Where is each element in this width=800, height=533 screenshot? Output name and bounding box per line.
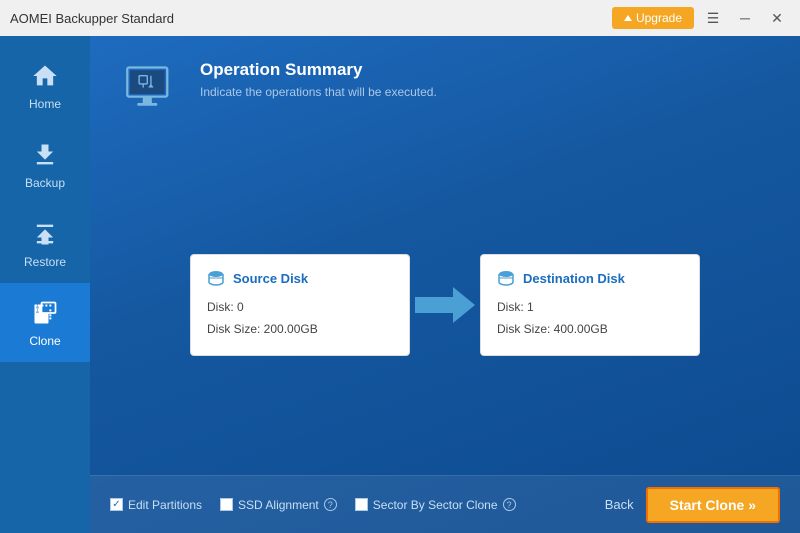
edit-partitions-option[interactable]: Edit Partitions bbox=[110, 498, 202, 512]
home-icon bbox=[29, 60, 61, 92]
source-disk-box: Source Disk Disk: 0 Disk Size: 200.00GB bbox=[190, 254, 410, 355]
content-header: Operation Summary Indicate the operation… bbox=[90, 36, 800, 135]
menu-button[interactable]: ☰ bbox=[700, 5, 726, 31]
sector-clone-option[interactable]: Sector By Sector Clone ? bbox=[355, 498, 516, 512]
sector-clone-help-icon[interactable]: ? bbox=[503, 498, 516, 511]
source-disk-info: Disk: 0 Disk Size: 200.00GB bbox=[207, 297, 393, 340]
bottom-options: Edit Partitions SSD Alignment ? Sector B… bbox=[110, 498, 516, 512]
clone-arrow bbox=[410, 283, 480, 327]
close-button[interactable]: ✕ bbox=[764, 5, 790, 31]
minimize-button[interactable]: ─ bbox=[732, 5, 758, 31]
sector-clone-checkbox[interactable] bbox=[355, 498, 368, 511]
sidebar-item-home[interactable]: Home bbox=[0, 46, 90, 125]
app-title: AOMEI Backupper Standard bbox=[10, 11, 174, 26]
titlebar-controls: Upgrade ☰ ─ ✕ bbox=[612, 5, 790, 31]
upgrade-arrow-icon bbox=[624, 15, 632, 21]
source-disk-number: Disk: 0 bbox=[207, 297, 393, 319]
destination-disk-box: Destination Disk Disk: 1 Disk Size: 400.… bbox=[480, 254, 700, 355]
restore-icon bbox=[29, 218, 61, 250]
operation-summary-icon bbox=[122, 63, 178, 113]
page-subtitle: Indicate the operations that will be exe… bbox=[200, 85, 437, 99]
source-disk-title: Source Disk bbox=[207, 269, 393, 287]
destination-disk-title: Destination Disk bbox=[497, 269, 683, 287]
main-layout: Home Backup Restore bbox=[0, 36, 800, 533]
sidebar-item-restore[interactable]: Restore bbox=[0, 204, 90, 283]
ssd-alignment-option[interactable]: SSD Alignment ? bbox=[220, 498, 337, 512]
sidebar-item-backup[interactable]: Backup bbox=[0, 125, 90, 204]
destination-disk-info: Disk: 1 Disk Size: 400.00GB bbox=[497, 297, 683, 340]
bottom-bar: Edit Partitions SSD Alignment ? Sector B… bbox=[90, 475, 800, 533]
source-disk-size: Disk Size: 200.00GB bbox=[207, 319, 393, 341]
titlebar: AOMEI Backupper Standard Upgrade ☰ ─ ✕ bbox=[0, 0, 800, 36]
start-clone-button[interactable]: Start Clone » bbox=[646, 487, 780, 523]
destination-disk-size: Disk Size: 400.00GB bbox=[497, 319, 683, 341]
page-title: Operation Summary bbox=[200, 60, 437, 80]
backup-icon bbox=[29, 139, 61, 171]
content-area: Operation Summary Indicate the operation… bbox=[90, 36, 800, 533]
destination-disk-icon bbox=[497, 269, 515, 287]
source-disk-icon bbox=[207, 269, 225, 287]
edit-partitions-checkbox[interactable] bbox=[110, 498, 123, 511]
header-text: Operation Summary Indicate the operation… bbox=[200, 60, 437, 99]
destination-disk-number: Disk: 1 bbox=[497, 297, 683, 319]
header-icon-wrap bbox=[120, 60, 180, 115]
clone-icon bbox=[29, 297, 61, 329]
sidebar: Home Backup Restore bbox=[0, 36, 90, 533]
upgrade-button[interactable]: Upgrade bbox=[612, 7, 694, 29]
arrow-icon bbox=[415, 283, 475, 327]
sidebar-item-clone[interactable]: Clone bbox=[0, 283, 90, 362]
clone-area: Source Disk Disk: 0 Disk Size: 200.00GB bbox=[90, 135, 800, 475]
ssd-alignment-help-icon[interactable]: ? bbox=[324, 498, 337, 511]
bottom-buttons: Back Start Clone » bbox=[605, 487, 780, 523]
back-button[interactable]: Back bbox=[605, 497, 634, 512]
ssd-alignment-checkbox[interactable] bbox=[220, 498, 233, 511]
